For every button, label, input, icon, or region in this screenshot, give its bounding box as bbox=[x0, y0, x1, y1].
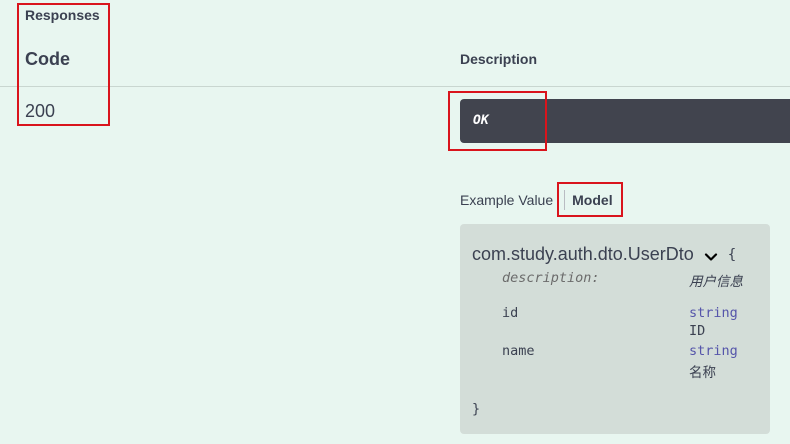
example-model-tabs: Example Value Model bbox=[460, 190, 613, 210]
header-divider bbox=[0, 86, 790, 87]
tab-separator bbox=[564, 190, 566, 210]
property-description: 名称 bbox=[689, 365, 716, 381]
model-open-brace: { bbox=[727, 246, 737, 263]
response-code: 200 bbox=[25, 101, 56, 121]
property-description: ID bbox=[689, 323, 706, 339]
model-close-brace: } bbox=[472, 401, 481, 417]
model-schema-box: com.study.auth.dto.UserDto { description… bbox=[460, 224, 770, 434]
tab-model[interactable]: Model bbox=[572, 192, 612, 208]
property-name: id bbox=[502, 305, 519, 321]
response-description-text: OK bbox=[473, 113, 489, 128]
tab-example-value[interactable]: Example Value bbox=[460, 192, 553, 208]
responses-heading: Responses bbox=[25, 7, 100, 23]
chevron-down-icon[interactable] bbox=[704, 248, 718, 262]
model-header[interactable]: com.study.auth.dto.UserDto { bbox=[472, 244, 736, 265]
property-name: name bbox=[502, 343, 535, 359]
model-description-value: 用户信息 bbox=[689, 274, 743, 290]
description-column-header: Description bbox=[460, 51, 538, 67]
property-type: string bbox=[689, 343, 738, 359]
model-description-key: description: bbox=[502, 270, 600, 286]
response-description-box: OK bbox=[460, 99, 790, 143]
property-type: string bbox=[689, 305, 738, 321]
model-name[interactable]: com.study.auth.dto.UserDto bbox=[472, 244, 694, 265]
code-column-header: Code bbox=[25, 49, 70, 69]
